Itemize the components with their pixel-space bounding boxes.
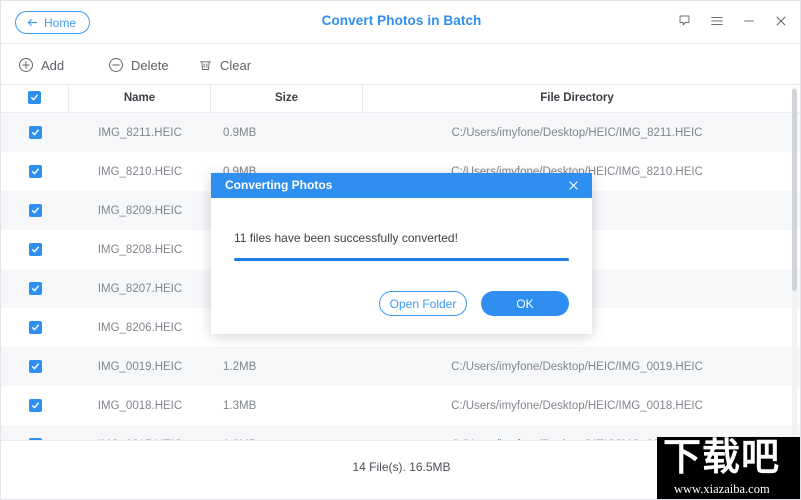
row-file-directory: C:/Users/imyfone/Desktop/HEIC/IMG_0019.H… [451, 360, 703, 373]
dialog-title-bar: Converting Photos [211, 173, 592, 198]
row-file-name: IMG_0018.HEIC [97, 399, 183, 412]
row-checkbox-cell [1, 126, 69, 139]
row-file-size: 0.9MB [223, 126, 257, 139]
row-checkbox-cell [1, 360, 69, 373]
column-header-size[interactable]: Size [211, 85, 363, 112]
row-checkbox-cell [1, 165, 69, 178]
row-file-directory: C:/Users/imyfone/Desktop/HEIC/IMG_0018.H… [451, 399, 703, 412]
dialog-close-icon[interactable] [565, 177, 582, 194]
row-checkbox-cell [1, 321, 69, 334]
window-controls [676, 12, 789, 29]
select-all-header [1, 85, 69, 112]
row-file-name: IMG_8206.HEIC [97, 321, 183, 334]
dialog-title: Converting Photos [225, 178, 333, 192]
table-row[interactable]: IMG_8211.HEIC 0.9MB C:/Users/imyfone/Deskt… [1, 113, 800, 152]
row-file-name: IMG_0019.HEIC [97, 360, 183, 373]
row-file-name: IMG_8209.HEIC [97, 204, 183, 217]
dialog-actions: Open Folder OK [379, 291, 569, 316]
clear-button-label: Clear [220, 57, 252, 73]
row-checkbox[interactable] [28, 204, 42, 217]
row-file-size: 1.3MB [223, 399, 257, 412]
progress-bar-track [234, 258, 569, 261]
row-checkbox[interactable] [28, 165, 42, 178]
table-row[interactable]: IMG_0019.HEIC 1.2MB C:/Users/imyfone/Deskt… [1, 347, 800, 386]
row-checkbox[interactable] [28, 321, 42, 334]
row-checkbox[interactable] [28, 399, 42, 412]
row-checkbox-cell [1, 243, 69, 256]
vertical-scrollbar-thumb[interactable] [792, 89, 797, 291]
vertical-scrollbar-track[interactable] [792, 87, 797, 442]
dialog-message: 11 files have been successfully converte… [234, 231, 458, 245]
plus-circle-icon [18, 57, 34, 73]
row-checkbox[interactable] [28, 243, 42, 256]
table-header-row: Name Size File Directory [1, 85, 800, 113]
row-checkbox[interactable] [28, 126, 42, 139]
add-button[interactable]: Add [18, 55, 64, 75]
watermark: 下载吧 www.xiazaiba.com [657, 437, 800, 499]
row-file-size: 1.2MB [223, 360, 257, 373]
progress-bar-fill [234, 258, 569, 261]
row-file-name: IMG_8207.HEIC [97, 282, 183, 295]
row-checkbox-cell [1, 204, 69, 217]
converting-photos-dialog: Converting Photos 11 files have been suc… [211, 173, 592, 334]
column-header-directory[interactable]: File Directory [363, 85, 791, 112]
watermark-url: www.xiazaiba.com [674, 482, 770, 496]
row-file-name: IMG_8208.HEIC [97, 243, 183, 256]
minus-circle-icon [108, 57, 124, 73]
close-icon[interactable] [772, 12, 789, 29]
ok-button[interactable]: OK [481, 291, 569, 316]
clear-button[interactable]: Clear [198, 55, 251, 75]
dialog-body: 11 files have been successfully converte… [211, 198, 592, 334]
row-checkbox-cell [1, 399, 69, 412]
toolbar: Add Delete Clear [1, 44, 800, 85]
app-window: Home Convert Photos in Batch Add Delete … [0, 0, 801, 500]
table-row[interactable]: IMG_0018.HEIC 1.3MB C:/Users/imyfone/Deskt… [1, 386, 800, 425]
minimize-icon[interactable] [740, 12, 757, 29]
row-checkbox-cell [1, 282, 69, 295]
row-file-name: IMG_8210.HEIC [97, 165, 183, 178]
row-checkbox[interactable] [28, 360, 42, 373]
select-all-checkbox[interactable] [28, 91, 41, 105]
watermark-logo: 下载吧 [663, 437, 781, 479]
menu-icon[interactable] [708, 12, 725, 29]
open-folder-button[interactable]: Open Folder [379, 291, 467, 316]
row-file-name: IMG_8211.HEIC [98, 126, 182, 139]
row-file-directory: C:/Users/imyfone/Desktop/HEIC/IMG_8211.H… [451, 126, 703, 139]
add-button-label: Add [41, 57, 65, 73]
title-bar: Home Convert Photos in Batch [1, 1, 800, 44]
feedback-icon[interactable] [676, 12, 693, 29]
column-header-name[interactable]: Name [69, 85, 211, 112]
row-checkbox[interactable] [28, 282, 42, 295]
delete-button[interactable]: Delete [108, 55, 169, 75]
delete-button-label: Delete [131, 57, 169, 73]
trash-icon [198, 58, 213, 73]
